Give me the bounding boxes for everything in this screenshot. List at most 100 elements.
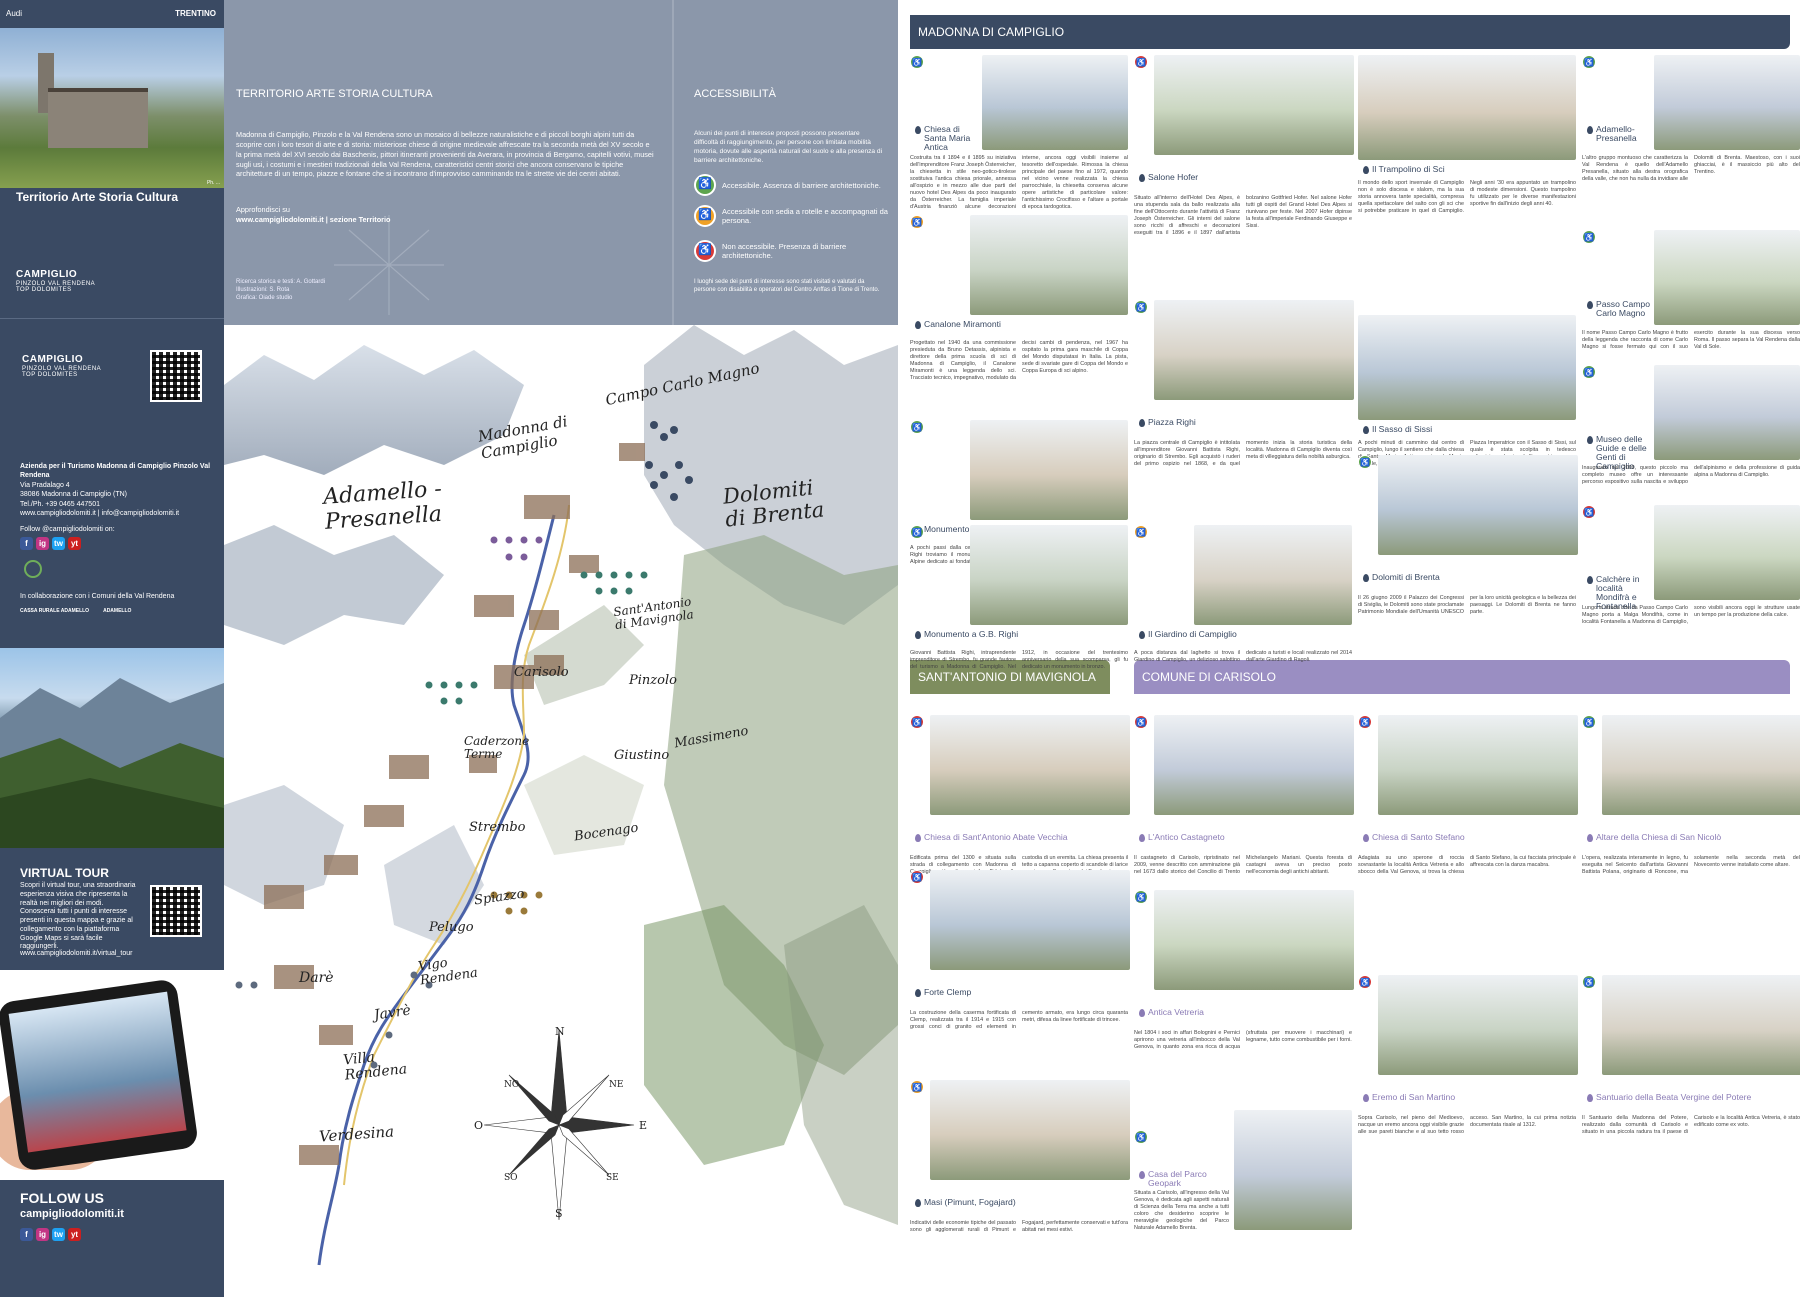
wheelchair-icon: ♿ (910, 420, 924, 434)
social-icons: f ig tw yt (20, 537, 220, 551)
illustrated-map: Campo Carlo Magno Madonna di Campiglio A… (224, 325, 898, 1297)
collab-text: In collaborazione con i Comuni della Val… (20, 593, 175, 601)
legend-assisted: ♿ Accessibile con sedia a rotelle e acco… (694, 205, 894, 227)
label-strembo: Strembo (469, 820, 526, 835)
credits: Ricerca storica e testi: A. Gottardi Ill… (236, 279, 326, 302)
label-pinzolo: Pinzolo (629, 673, 677, 688)
green-seal-icon (24, 560, 42, 579)
qr-code[interactable] (150, 350, 202, 402)
instagram-icon[interactable]: ig (36, 1228, 49, 1241)
city: 38086 Madonna di Campiglio (TN) (20, 491, 127, 499)
wheelchair-icon: ♿ (910, 55, 924, 69)
wheelchair-icon: ♿ (1582, 975, 1596, 989)
top-logos: Audi TRENTINO (6, 6, 216, 20)
poi-description: L'opera, realizzata interamente in legno… (1582, 855, 1800, 876)
poi-title: Dolomiti di Brenta (1363, 572, 1572, 583)
poi-title: Piazza Righi (1139, 417, 1348, 428)
territorio-link[interactable]: www.campigliodolomiti.it | sezione Terri… (236, 215, 390, 225)
poi-illustration (1654, 55, 1800, 150)
compass-n: N (555, 1025, 565, 1038)
poi-description: Costruita tra il 1894 e il 1895 su inizi… (910, 155, 1128, 211)
instagram-icon[interactable]: ig (36, 537, 49, 551)
wheelchair-icon: ♿ (1582, 505, 1596, 519)
poi-title: Monumento a G.B. Righi (915, 629, 1074, 640)
poi-title: Passo Campo Carlo Magno (1587, 299, 1656, 318)
label-giustino: Giustino (614, 748, 670, 763)
label-dare: Darè (299, 970, 334, 986)
legend-accessible: ♿ Accessibile. Assenza di barriere archi… (694, 174, 894, 196)
compass-so: SO (504, 1173, 518, 1183)
compass-ne: NE (609, 1080, 624, 1090)
wheelchair-icon: ♿ (1582, 230, 1596, 244)
youtube-icon[interactable]: yt (68, 1228, 81, 1241)
wheelchair-icon: ♿ (910, 1080, 924, 1094)
web-email-link[interactable]: www.campigliodolomiti.it | info@campigli… (20, 509, 220, 518)
poi-title: Adamello-Presanella (1587, 124, 1656, 143)
poi-illustration (970, 525, 1128, 625)
poi-illustration (1234, 1110, 1352, 1230)
virtual-tour-qr[interactable] (150, 885, 202, 937)
sponsor-logo: Audi (6, 8, 23, 18)
youtube-icon[interactable]: yt (68, 537, 81, 551)
wheelchair-icon: ♿ (910, 215, 924, 229)
label-pelugo: Pelugo (429, 920, 474, 935)
accessibility-body: Alcuni dei punti di interesse proposti p… (694, 130, 883, 164)
poi-illustration (1358, 55, 1576, 160)
poi-description: La costruzione della caserma fortificata… (910, 1010, 1128, 1031)
wheelchair-icon: ♿ (1582, 55, 1596, 69)
wheelchair-icon: ♿ (1134, 55, 1148, 69)
follow-us-title: FOLLOW US (20, 1190, 104, 1206)
poi-illustration (1654, 365, 1800, 460)
brochure-title: Territorio Arte Storia Cultura (16, 190, 179, 204)
wheelchair-icon: ♿ (910, 525, 924, 539)
poi-description: Il mondo dello sport invernale di Campig… (1358, 180, 1576, 215)
accessibility-heading: ACCESSIBILITÀ (694, 88, 776, 100)
poi-title: Antica Vetreria (1139, 1007, 1348, 1018)
poi-title: Eremo di San Martino (1363, 1092, 1572, 1103)
virtual-tour-text: Scopri il virtual tour, una straordinari… (20, 882, 136, 951)
poi-title: Casa del Parco Geopark (1139, 1169, 1228, 1188)
label-adamello-presanella: Adamello - Presanella (322, 476, 443, 536)
poi-illustration (970, 215, 1128, 315)
poi-illustration (1154, 300, 1354, 400)
twitter-icon[interactable]: tw (52, 1228, 65, 1241)
compass-e: E (639, 1119, 648, 1132)
wheelchair-icon: ♿ (1134, 715, 1148, 729)
poi-description: Indicativi delle economie tipiche del pa… (910, 1220, 1128, 1234)
poi-title: Chiesa di Santa Maria Antica (915, 124, 984, 152)
link-label: Approfondisci su (236, 205, 290, 214)
poi-title: Santuario della Beata Vergine del Potere (1587, 1092, 1796, 1103)
wheelchair-icon: ♿ (910, 870, 924, 884)
wheelchair-icon: ♿ (1582, 715, 1596, 729)
poi-illustration (930, 870, 1130, 970)
intro-heading: TERRITORIO ARTE STORIA CULTURA (236, 88, 433, 100)
poi-illustration (1154, 890, 1354, 990)
label-caderzone-terme: Caderzone Terme (464, 734, 530, 762)
poi-illustration (1154, 55, 1354, 155)
poi-illustration (1378, 455, 1578, 555)
section-madonna-di-campiglio: MADONNA DI CAMPIGLIO (910, 15, 1790, 49)
follow-us-link[interactable]: campigliodolomiti.it (20, 1208, 124, 1220)
poi-description: Progettato nel 1940 da una commissione p… (910, 340, 1128, 382)
poi-description: La piazza centrale di Campiglio è intito… (1134, 440, 1352, 468)
compass-no: NO (504, 1080, 520, 1090)
twitter-icon[interactable]: tw (52, 537, 65, 551)
wheelchair-icon: ♿ (1358, 975, 1372, 989)
poi-description: Situato all'interno dell'Hotel Des Alpes… (1134, 195, 1352, 237)
org-name: Azienda per il Turismo Madonna di Campig… (20, 463, 211, 480)
facebook-icon[interactable]: f (20, 1228, 33, 1241)
facebook-icon[interactable]: f (20, 537, 33, 551)
virtual-tour-link[interactable]: www.campigliodolomiti.it/virtual_tour (20, 950, 132, 957)
poi-illustration (1602, 975, 1800, 1075)
poi-title: Masi (Pimunt, Fogajard) (915, 1197, 1124, 1208)
poi-illustration (1358, 315, 1576, 420)
poi-title: Salone Hofer (1139, 172, 1348, 183)
compass-s: S (555, 1207, 563, 1220)
wheelchair-red-icon: ♿ (694, 240, 716, 262)
church-photo: Ph. ... (0, 28, 224, 188)
poi-title: Il Sasso di Sissi (1363, 424, 1572, 435)
poi-illustration (1378, 975, 1578, 1075)
campiglio-logo-2: CAMPIGLIO PINZOLO VAL RENDENA TOP DOLOMI… (22, 354, 102, 378)
follow-label: Follow @campigliodolomiti on: (20, 525, 115, 533)
poi-illustration (930, 715, 1130, 815)
